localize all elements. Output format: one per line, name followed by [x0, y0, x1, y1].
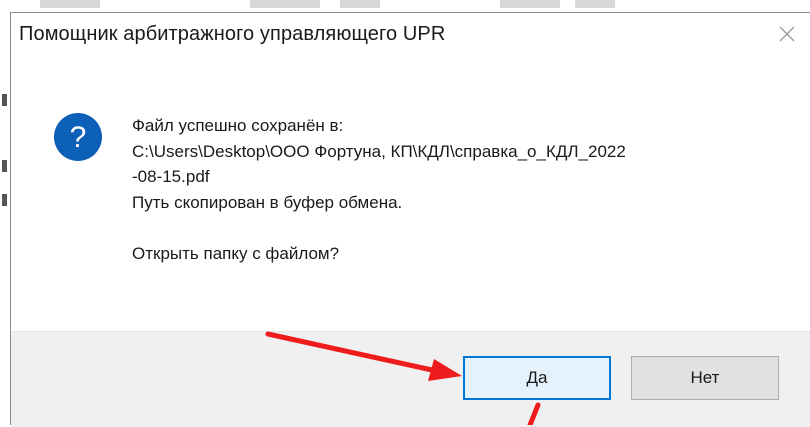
- question-icon: ?: [53, 112, 103, 162]
- dialog-titlebar[interactable]: Помощник арбитражного управляющего UPR: [11, 13, 810, 55]
- message-dialog: Помощник арбитражного управляющего UPR ?…: [10, 12, 810, 427]
- background-window-edge: [0, 18, 10, 425]
- no-button[interactable]: Нет: [631, 356, 779, 400]
- question-line: Открыть папку с файлом?: [132, 244, 340, 263]
- dialog-content: ? Файл успешно сохранён в: C:\Users\Desk…: [11, 55, 810, 330]
- yes-button[interactable]: Да: [463, 356, 611, 400]
- svg-text:?: ?: [70, 121, 87, 154]
- file-path-line: -08-15.pdf: [132, 167, 210, 186]
- dialog-title: Помощник арбитражного управляющего UPR: [19, 23, 446, 45]
- message-line: Файл успешно сохранён в:: [132, 116, 344, 135]
- message-line: Путь скопирован в буфер обмена.: [132, 192, 403, 212]
- file-path-line: C:\Users\Desktop\ООО Фортуна, КП\КДЛ\спр…: [132, 141, 626, 161]
- close-icon[interactable]: [774, 21, 800, 47]
- dialog-message: Файл успешно сохранён в: C:\Users\Deskto…: [132, 113, 772, 267]
- dialog-button-bar: Да Нет: [11, 331, 810, 427]
